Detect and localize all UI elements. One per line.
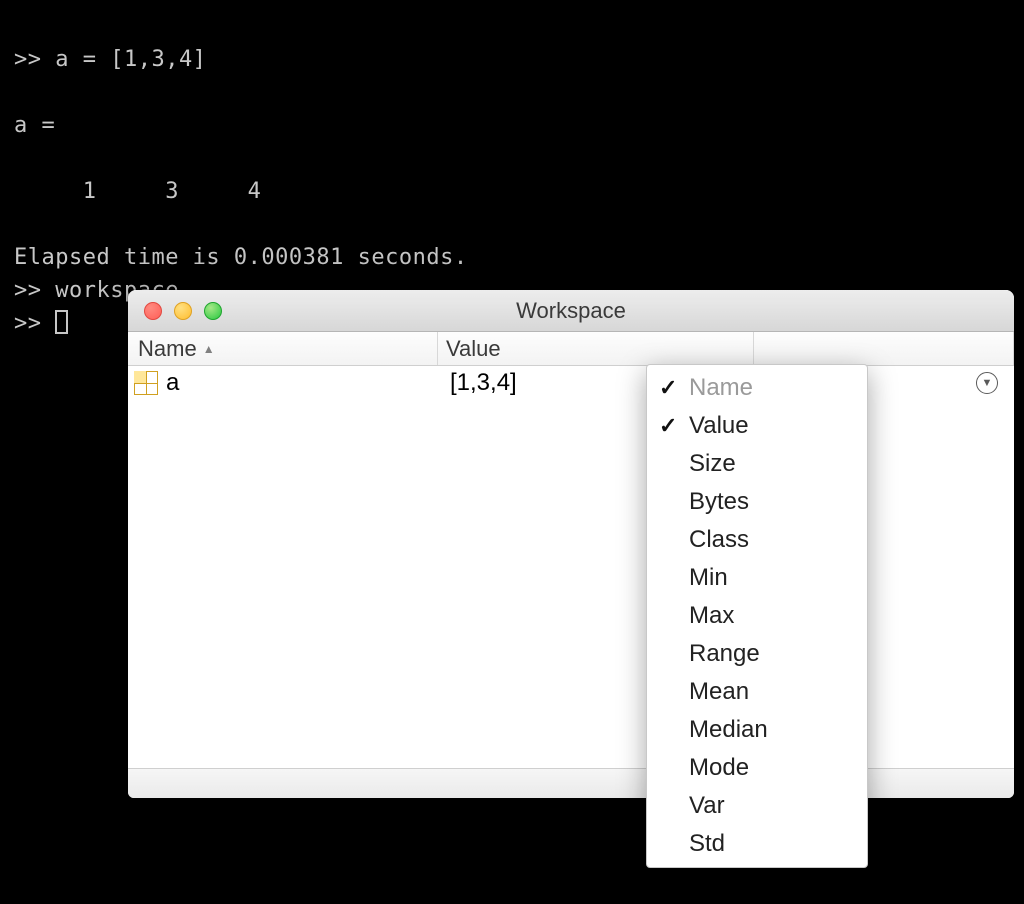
workspace-table-body: a [1,3,4] ▼ [128,366,1014,768]
workspace-window: Workspace Name ▲ Value a [1,3,4] ▼ [128,290,1014,798]
checkmark-icon: ✓ [659,375,689,401]
terminal-prompt: >> [14,311,55,336]
minimize-icon[interactable] [174,302,192,320]
columns-dropdown-button[interactable]: ▼ [976,372,998,394]
menu-item-label: Name [689,374,753,402]
terminal-line: Elapsed time is 0.000381 seconds. [14,245,468,270]
menu-item-label: Bytes [689,488,749,516]
table-header: Name ▲ Value [128,332,1014,366]
window-titlebar[interactable]: Workspace [128,290,1014,332]
menu-item-size[interactable]: Size [647,445,867,483]
menu-item-class[interactable]: Class [647,521,867,559]
variable-name: a [166,369,444,397]
menu-item-min[interactable]: Min [647,559,867,597]
menu-item-label: Var [689,792,725,820]
column-header-name[interactable]: Name ▲ [128,332,438,365]
menu-item-range[interactable]: Range [647,635,867,673]
menu-item-label: Mean [689,678,749,706]
table-row[interactable]: a [1,3,4] [128,366,1014,400]
menu-item-label: Max [689,602,734,630]
menu-item-label: Value [689,412,749,440]
menu-item-var[interactable]: Var [647,787,867,825]
close-icon[interactable] [144,302,162,320]
menu-item-label: Size [689,450,736,478]
terminal-line: 1 3 4 [14,179,261,204]
column-header-value[interactable]: Value [438,332,754,365]
chevron-down-icon: ▼ [982,377,993,389]
menu-item-value[interactable]: ✓Value [647,407,867,445]
column-header-label: Name [138,336,197,362]
sort-ascending-icon: ▲ [203,342,215,356]
menu-item-label: Class [689,526,749,554]
window-footer [128,768,1014,798]
menu-item-label: Std [689,830,725,858]
maximize-icon[interactable] [204,302,222,320]
terminal-line: >> a = [1,3,4] [14,47,206,72]
terminal-cursor [55,310,68,334]
menu-item-mean[interactable]: Mean [647,673,867,711]
menu-item-bytes[interactable]: Bytes [647,483,867,521]
column-header-extra[interactable] [754,332,1014,365]
menu-item-label: Range [689,640,760,668]
menu-item-mode[interactable]: Mode [647,749,867,787]
menu-item-max[interactable]: Max [647,597,867,635]
variable-matrix-icon [134,371,158,395]
checkmark-icon: ✓ [659,413,689,439]
menu-item-median[interactable]: Median [647,711,867,749]
menu-item-label: Mode [689,754,749,782]
menu-item-label: Min [689,564,728,592]
menu-item-label: Median [689,716,768,744]
window-controls [128,302,222,320]
columns-context-menu: ✓Name✓ValueSizeBytesClassMinMaxRangeMean… [646,364,868,868]
window-title: Workspace [128,298,1014,324]
menu-item-name[interactable]: ✓Name [647,369,867,407]
column-header-label: Value [446,336,501,362]
terminal-line: a = [14,113,55,138]
menu-item-std[interactable]: Std [647,825,867,863]
